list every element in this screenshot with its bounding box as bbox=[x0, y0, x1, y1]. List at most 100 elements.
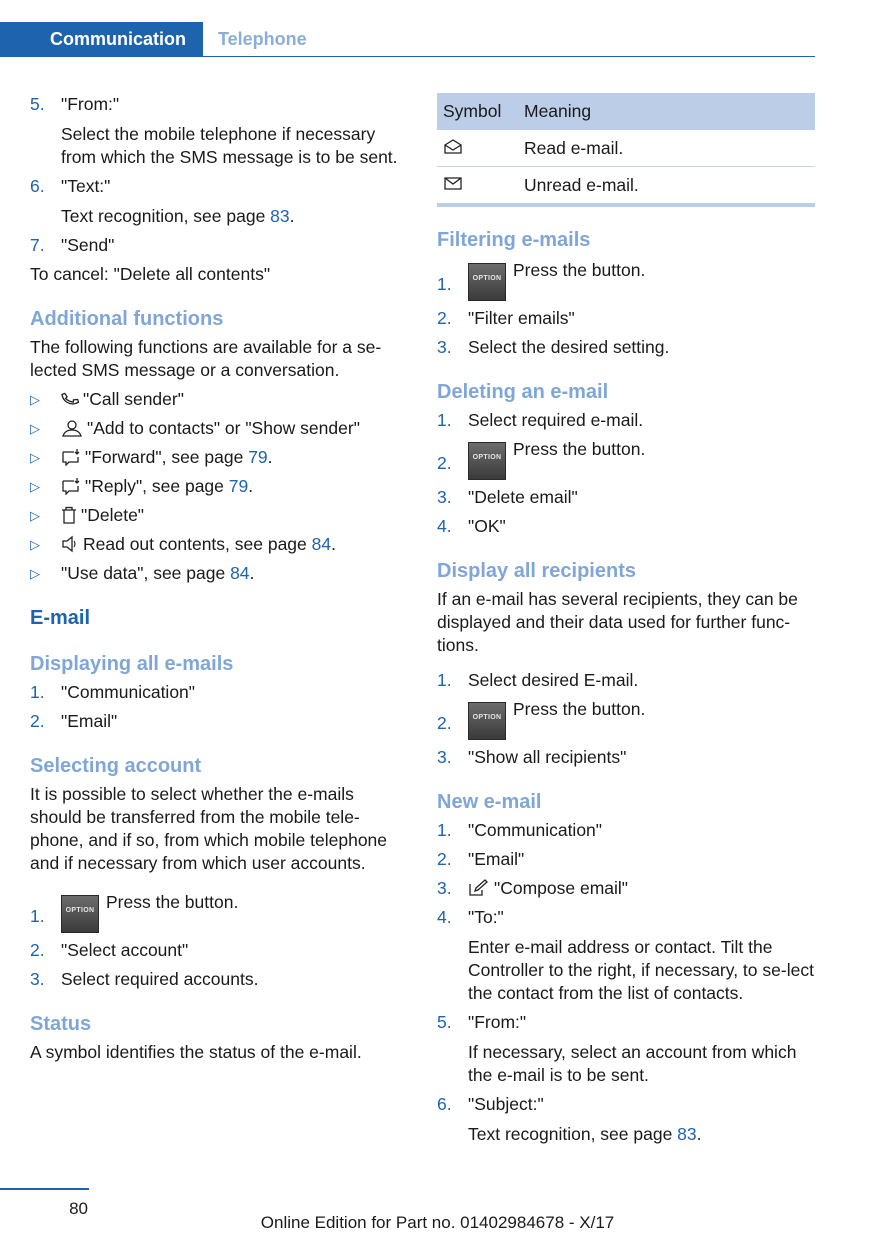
list-item: 1. "Communication" bbox=[30, 681, 402, 704]
bullet-text-body: "Forward", see page bbox=[85, 447, 249, 467]
page-link[interactable]: 79 bbox=[248, 447, 267, 467]
step-text-body: Text recognition, see page bbox=[468, 1124, 678, 1144]
step-text: If necessary, select an account from whi… bbox=[468, 1042, 797, 1085]
bullet-marker: ▷ bbox=[30, 421, 40, 436]
list-item: 5. "From:" Select the mobile telephone i… bbox=[30, 93, 402, 169]
step-text: Select the mobile telephone if necessary… bbox=[61, 124, 398, 167]
bullet-marker: ▷ bbox=[30, 508, 40, 523]
step-number: 6. bbox=[30, 176, 45, 196]
message-forward-icon bbox=[62, 449, 80, 466]
list-item: 3. "Delete email" bbox=[437, 486, 815, 509]
bullet-marker: ▷ bbox=[30, 566, 40, 581]
step-number: 1. bbox=[30, 906, 45, 926]
bullet-text-body: Read out contents, see page bbox=[83, 534, 312, 554]
step-text: Select required e-mail. bbox=[468, 410, 644, 430]
bullet-text: "Add to contacts" or "Show sender" bbox=[87, 418, 360, 438]
list-item: 2. OPTION Press the button. bbox=[437, 698, 815, 740]
option-button[interactable]: OPTION bbox=[468, 442, 506, 480]
section-heading: Additional functions bbox=[30, 308, 224, 330]
step-number: 5. bbox=[30, 94, 45, 114]
cancel-text: To cancel: "Delete all contents" bbox=[30, 264, 271, 284]
chapter-heading: E-mail bbox=[30, 607, 91, 629]
bullet-marker: ▷ bbox=[30, 392, 40, 407]
left-column: 5. "From:" Select the mobile telephone i… bbox=[30, 93, 402, 1064]
step-number: 4. bbox=[437, 516, 452, 536]
option-button[interactable]: OPTION bbox=[468, 263, 506, 301]
step-text: Press the button. bbox=[106, 892, 239, 912]
status-symbol-table: Symbol Meaning Read e-mail. Unread e-mai… bbox=[437, 93, 815, 207]
bullet-text: "Reply", see page 79. bbox=[85, 476, 254, 496]
step-text: Press the button. bbox=[513, 699, 646, 719]
step-text: "Communication" bbox=[61, 682, 196, 702]
table-cell-meaning: Read e-mail. bbox=[518, 130, 815, 167]
column-header-meaning: Meaning bbox=[518, 93, 815, 130]
step-number: 2. bbox=[437, 453, 452, 473]
list-item: 2. "Select account" bbox=[30, 939, 402, 962]
step-number: 3. bbox=[437, 747, 452, 767]
bullet-marker: ▷ bbox=[30, 450, 40, 465]
list-item: 1. OPTION Press the button. bbox=[30, 891, 402, 933]
bullet-text: "Delete" bbox=[81, 505, 145, 525]
message-reply-icon bbox=[62, 478, 80, 495]
table-cell-symbol bbox=[437, 130, 518, 167]
step-number: 3. bbox=[437, 337, 452, 357]
page-header: Communication Telephone bbox=[0, 0, 815, 57]
page-link[interactable]: 84 bbox=[312, 534, 331, 554]
phone-icon bbox=[61, 392, 79, 405]
list-item: 1. OPTION Press the button. bbox=[437, 259, 815, 301]
step-number: 1. bbox=[437, 274, 452, 294]
page-link[interactable]: 84 bbox=[230, 563, 249, 583]
step-text: "Select account" bbox=[61, 940, 189, 960]
page-link[interactable]: 83 bbox=[270, 206, 289, 226]
step-number: 1. bbox=[437, 820, 452, 840]
section-tab-telephone[interactable]: Telephone bbox=[218, 22, 307, 57]
step-text: Press the button. bbox=[513, 439, 646, 459]
list-item: 4. "OK" bbox=[437, 515, 815, 538]
table-cell-meaning: Unread e-mail. bbox=[518, 166, 815, 207]
page-link[interactable]: 83 bbox=[677, 1124, 696, 1144]
step-text: Select required accounts. bbox=[61, 969, 259, 989]
bullet-item: ▷ "Call sender" bbox=[30, 388, 402, 411]
step-number: 3. bbox=[437, 487, 452, 507]
list-item: 3. Select the desired setting. bbox=[437, 336, 815, 359]
bullet-marker: ▷ bbox=[30, 479, 40, 494]
step-number: 7. bbox=[30, 235, 45, 255]
bullet-item: ▷ "Use data", see page 84. bbox=[30, 562, 402, 585]
list-item: 2. OPTION Press the button. bbox=[437, 438, 815, 480]
paragraph: The following functions are available fo… bbox=[30, 337, 382, 380]
bullet-text: "Forward", see page 79. bbox=[85, 447, 273, 467]
page-link[interactable]: 79 bbox=[229, 476, 248, 496]
list-item: 1. "Communication" bbox=[437, 819, 815, 842]
section-heading: Filtering e-mails bbox=[437, 229, 591, 251]
table-header-row: Symbol Meaning bbox=[437, 93, 815, 130]
step-text-body: Text recognition, see page bbox=[61, 206, 271, 226]
column-header-symbol: Symbol bbox=[437, 93, 518, 130]
list-item: 4. "To:" Enter e-mail address or contact… bbox=[437, 906, 815, 1005]
list-item: 3. Select required accounts. bbox=[30, 968, 402, 991]
step-text: Enter e-mail address or contact. Tilt th… bbox=[468, 937, 814, 1003]
bullet-item: ▷ Read out contents, see page 84. bbox=[30, 533, 402, 556]
bullet-text: Read out contents, see page 84. bbox=[83, 534, 336, 554]
step-text: Press the button. bbox=[513, 260, 646, 280]
list-item: 6. "Subject:" Text recognition, see page… bbox=[437, 1093, 815, 1146]
step-number: 6. bbox=[437, 1094, 452, 1114]
step-text: "Email" bbox=[468, 849, 525, 869]
option-button[interactable]: OPTION bbox=[468, 702, 506, 740]
step-number: 3. bbox=[437, 878, 452, 898]
step-number: 5. bbox=[437, 1012, 452, 1032]
bullet-item: ▷ "Reply", see page 79. bbox=[30, 475, 402, 498]
step-text: "Delete email" bbox=[468, 487, 578, 507]
paragraph: If an e-mail has several recipients, the… bbox=[437, 589, 798, 655]
option-button[interactable]: OPTION bbox=[61, 895, 99, 933]
step-number: 1. bbox=[30, 682, 45, 702]
paragraph: A symbol identifies the status of the e-… bbox=[30, 1042, 362, 1062]
bullet-text: "Use data", see page 84. bbox=[61, 563, 255, 583]
section-tab-communication[interactable]: Communication bbox=[0, 22, 203, 57]
section-heading: Status bbox=[30, 1013, 92, 1035]
step-text: Select desired E-mail. bbox=[468, 670, 639, 690]
step-number: 2. bbox=[437, 308, 452, 328]
edition-text: Online Edition for Part no. 01402984678 … bbox=[260, 1213, 615, 1232]
step-text: "Filter emails" bbox=[468, 308, 575, 328]
bullet-text-body: "Reply", see page bbox=[85, 476, 229, 496]
envelope-closed-icon bbox=[444, 176, 462, 190]
